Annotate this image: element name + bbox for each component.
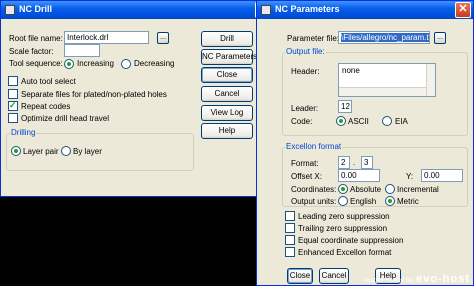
english-radio[interactable]	[338, 196, 348, 206]
eia-label: EIA	[395, 117, 408, 126]
format-integer-input[interactable]: 2	[338, 156, 350, 169]
layer-pair-label: Layer pair	[23, 147, 59, 156]
auto-tool-select-label: Auto tool select	[21, 77, 76, 86]
decreasing-radio[interactable]	[121, 59, 131, 69]
output-file-group-label: Output file:	[285, 47, 326, 56]
decreasing-label: Decreasing	[134, 59, 175, 68]
drill-button[interactable]: Drill	[201, 31, 253, 47]
equal-coordinate-label: Equal coordinate suppression	[298, 236, 404, 245]
scale-factor-label: Scale factor:	[9, 47, 54, 56]
header-label: Header:	[291, 67, 320, 76]
by-layer-label: By layer	[73, 147, 102, 156]
app-icon	[261, 5, 271, 15]
enhanced-excellon-checkbox[interactable]	[285, 247, 295, 257]
optimize-drill-label: Optimize drill head travel	[21, 114, 110, 123]
leading-zero-checkbox[interactable]	[285, 211, 295, 221]
output-units-label: Output units:	[291, 197, 337, 206]
excellon-format-group-label: Excellon format	[285, 142, 343, 151]
repeat-codes-checkbox[interactable]	[8, 100, 18, 111]
app-icon	[5, 5, 15, 15]
format-decimal-input[interactable]: 3	[361, 156, 373, 169]
equal-coordinate-checkbox[interactable]	[285, 235, 295, 245]
metric-label: Metric	[397, 197, 419, 206]
root-file-label: Root file name:	[9, 34, 63, 43]
leader-input[interactable]: 12	[338, 100, 352, 113]
absolute-label: Absolute	[350, 185, 382, 194]
window-title: NC Parameters	[275, 4, 340, 14]
layer-pair-radio[interactable]	[11, 146, 21, 156]
header-vertical-scrollbar[interactable]	[426, 64, 435, 96]
root-file-input[interactable]: Interlock.drl	[64, 31, 149, 44]
optimize-drill-checkbox[interactable]	[8, 113, 18, 123]
params-close-button[interactable]: Close	[287, 268, 313, 284]
enhanced-excellon-label: Enhanced Excellon format	[298, 248, 392, 257]
drill-close-button[interactable]: Close	[201, 67, 253, 83]
metric-radio[interactable]	[385, 196, 395, 206]
close-icon[interactable]: ✕	[455, 2, 471, 18]
drill-cancel-button[interactable]: Cancel	[201, 86, 253, 102]
parameter-file-label: Parameter file:	[287, 34, 340, 43]
offset-y-label: Y:	[406, 172, 414, 181]
leading-zero-label: Leading zero suppression	[298, 212, 390, 221]
header-textarea[interactable]: none	[338, 63, 436, 97]
nc-parameters-window: NC Parameters ✕ Parameter file: \Files/a…	[256, 0, 474, 286]
ascii-label: ASCII	[348, 117, 369, 126]
offset-x-input[interactable]: 0.00	[338, 169, 380, 182]
separate-files-checkbox[interactable]	[8, 89, 18, 99]
drill-help-button[interactable]: Help	[201, 123, 253, 139]
view-log-button[interactable]: View Log	[201, 105, 253, 121]
parameter-file-input[interactable]: \Files/allegro/nc_param.txt	[338, 31, 430, 44]
trailing-zero-checkbox[interactable]	[285, 223, 295, 233]
nc-parameters-button[interactable]: NC Parameters...	[201, 49, 264, 65]
header-value: none	[342, 66, 360, 75]
nc-drill-window: NC Drill ✕ Root file name: Interlock.drl…	[0, 0, 274, 197]
nc-parameters-titlebar[interactable]: NC Parameters ✕	[257, 1, 473, 19]
ascii-radio[interactable]	[336, 116, 346, 126]
eia-radio[interactable]	[382, 116, 392, 126]
nc-drill-titlebar[interactable]: NC Drill ✕	[1, 1, 273, 19]
watermark: Images Hosted By: evo-host	[364, 273, 470, 285]
format-label: Format:	[291, 159, 319, 168]
params-cancel-button[interactable]: Cancel	[319, 268, 349, 284]
english-label: English	[350, 197, 377, 206]
increasing-radio[interactable]	[64, 59, 74, 69]
offset-y-input[interactable]: 0.00	[421, 169, 463, 182]
separate-files-label: Separate files for plated/non-plated hol…	[21, 90, 167, 99]
header-horizontal-scrollbar[interactable]	[339, 87, 426, 96]
format-separator: .	[353, 158, 356, 167]
root-file-browse-button[interactable]: ...	[157, 32, 169, 44]
code-label: Code:	[291, 117, 313, 126]
window-title: NC Drill	[19, 4, 53, 14]
tool-sequence-label: Tool sequence:	[9, 59, 63, 68]
repeat-codes-label: Repeat codes	[21, 102, 71, 111]
auto-tool-select-checkbox[interactable]	[8, 76, 18, 86]
coordinates-label: Coordinates:	[291, 185, 337, 194]
watermark-brand: evo-host	[416, 273, 470, 285]
offset-x-label: Offset X:	[291, 172, 322, 181]
watermark-small: Images Hosted By:	[363, 278, 415, 284]
scale-factor-input[interactable]	[64, 44, 100, 57]
trailing-zero-label: Trailing zero suppression	[298, 224, 388, 233]
increasing-label: Increasing	[77, 59, 114, 68]
incremental-radio[interactable]	[385, 184, 395, 194]
absolute-radio[interactable]	[338, 184, 348, 194]
parameter-file-browse-button[interactable]: ...	[434, 32, 446, 44]
leader-label: Leader:	[291, 104, 319, 113]
incremental-label: Incremental	[397, 185, 439, 194]
by-layer-radio[interactable]	[61, 146, 71, 156]
drilling-group-label: Drilling	[10, 128, 37, 137]
